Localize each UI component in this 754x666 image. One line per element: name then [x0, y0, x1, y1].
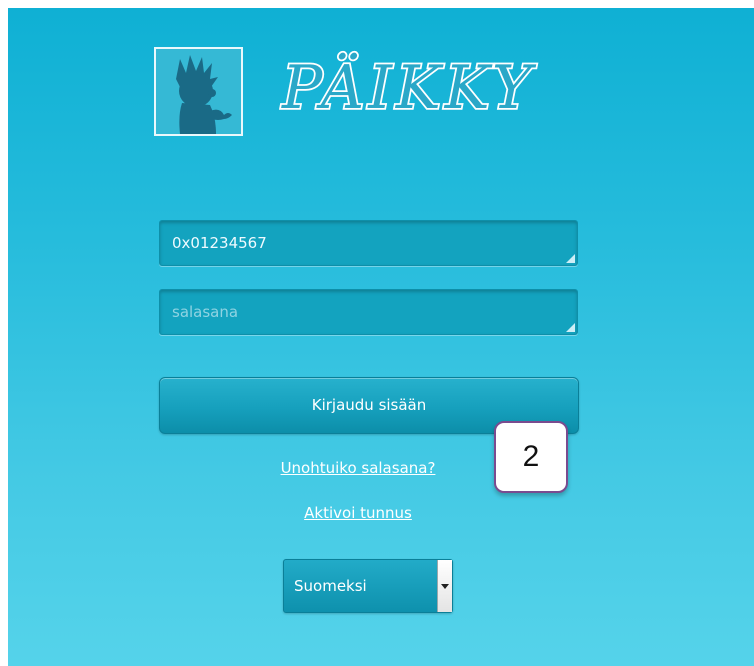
activate-account-link[interactable]: Aktivoi tunnus: [208, 504, 508, 522]
language-dropdown-button[interactable]: [437, 560, 452, 612]
username-field[interactable]: [159, 220, 578, 266]
step-number-badge: 2: [494, 421, 568, 493]
brand-wordmark: PÄIKKY: [278, 46, 568, 126]
logo-box: [154, 47, 243, 136]
forgot-password-link[interactable]: Unohtuiko salasana?: [208, 459, 508, 477]
password-input[interactable]: [160, 290, 577, 334]
resize-grip-icon: [566, 323, 575, 332]
login-page: PÄIKKY Kirjaudu sisään Unohtuiko salasan…: [8, 8, 754, 666]
language-select[interactable]: Suomeksi: [283, 559, 453, 613]
resize-grip-icon: [566, 254, 575, 263]
username-input[interactable]: [160, 221, 577, 265]
brand-name: PÄIKKY: [281, 53, 537, 123]
child-silhouette-icon: [156, 49, 241, 134]
language-selected-value: Suomeksi: [294, 577, 367, 595]
password-field[interactable]: [159, 289, 578, 335]
chevron-down-icon: [441, 584, 449, 589]
